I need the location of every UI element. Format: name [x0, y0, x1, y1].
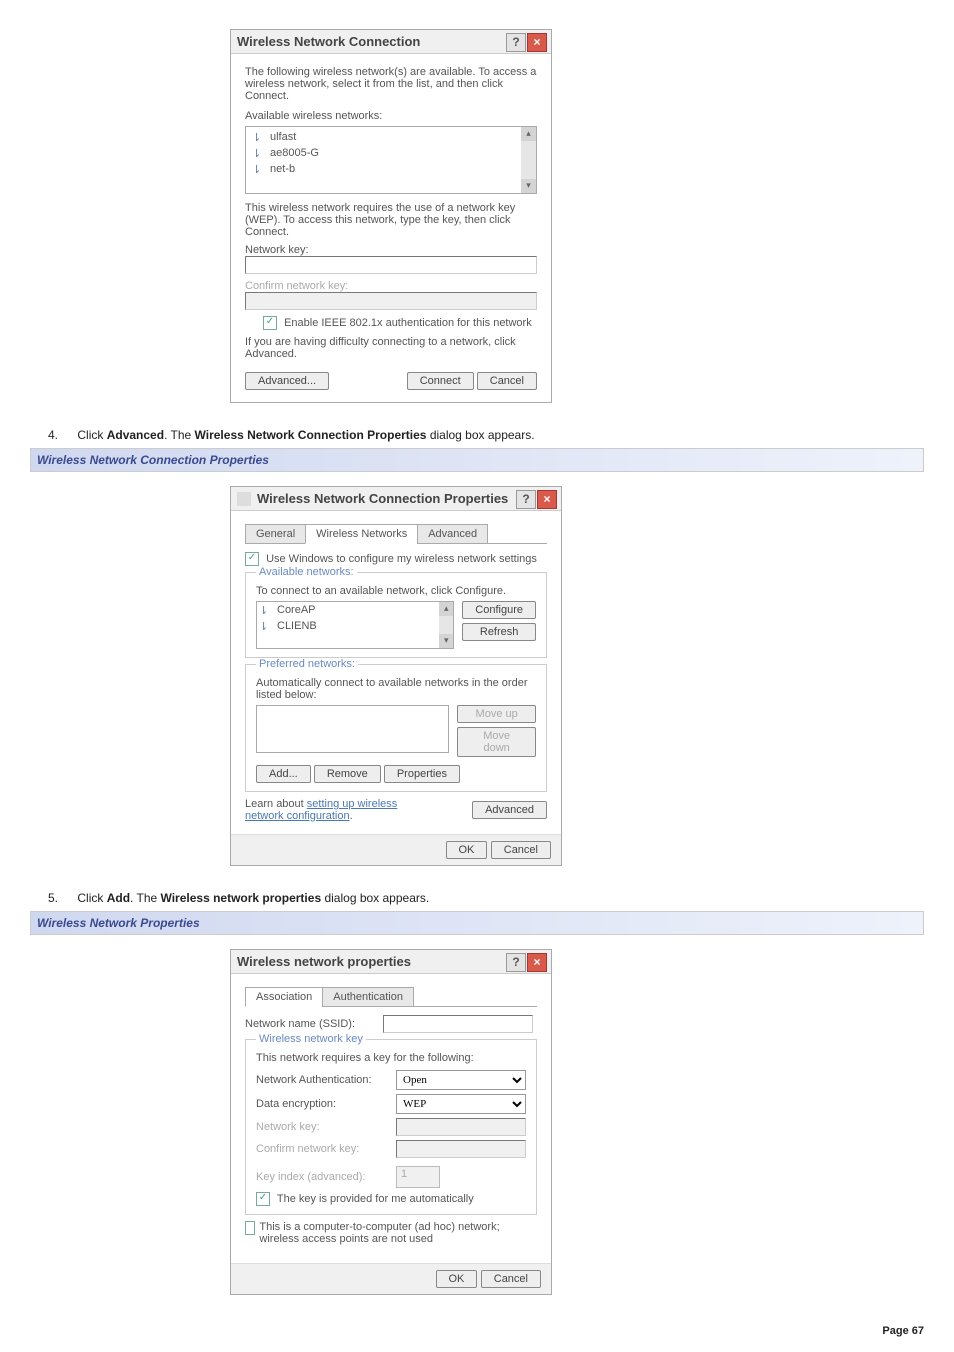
network-item[interactable]: ⇂net-b: [250, 161, 532, 177]
close-icon[interactable]: ×: [527, 953, 547, 972]
intro-text: The following wireless network(s) are av…: [245, 66, 537, 102]
network-item[interactable]: ⇂ae8005-G: [250, 145, 532, 161]
available-label: Available wireless networks:: [245, 110, 537, 122]
antenna-icon: ⇂: [259, 604, 271, 616]
scroll-down-icon[interactable]: ▾: [521, 179, 536, 193]
section-heading-1: Wireless Network Connection Properties: [30, 448, 924, 472]
network-key-label: Network key:: [245, 244, 537, 256]
scroll-down-icon[interactable]: ▾: [439, 634, 453, 648]
confkey-input: [396, 1140, 526, 1158]
adhoc-checkbox[interactable]: ✓: [245, 1221, 255, 1235]
network-item[interactable]: ⇂CoreAP: [257, 602, 453, 618]
advanced-note: If you are having difficulty connecting …: [245, 336, 537, 360]
available-legend: Available networks:: [256, 566, 357, 578]
confirm-key-input: [245, 292, 537, 310]
titlebar: Wireless network properties ? ×: [231, 950, 551, 974]
preferred-legend: Preferred networks:: [256, 658, 358, 670]
enc-label: Data encryption:: [256, 1098, 396, 1110]
scroll-up-icon[interactable]: ▴: [439, 602, 453, 616]
requires-note: This network requires a key for the foll…: [256, 1052, 526, 1064]
properties-button[interactable]: Properties: [384, 765, 460, 783]
cancel-button[interactable]: Cancel: [491, 841, 551, 859]
netkey-label: Network key:: [256, 1121, 396, 1133]
cancel-button[interactable]: Cancel: [477, 372, 537, 390]
confirm-key-label: Confirm network key:: [245, 280, 537, 292]
auth-label: Network Authentication:: [256, 1074, 396, 1086]
cancel-button[interactable]: Cancel: [481, 1270, 541, 1288]
antenna-icon: ⇂: [252, 147, 264, 159]
step-5: 5. Click Add. The Wireless network prope…: [48, 891, 924, 905]
step-4: 4. Click Advanced. The Wireless Network …: [48, 428, 924, 442]
section-heading-2: Wireless Network Properties: [30, 911, 924, 935]
ssid-label: Network name (SSID):: [245, 1018, 375, 1030]
advanced-button[interactable]: Advanced...: [245, 372, 329, 390]
network-properties-dialog: Wireless network properties ? × Associat…: [230, 949, 552, 1295]
ok-button[interactable]: OK: [436, 1270, 478, 1288]
adhoc-label: This is a computer-to-computer (ad hoc) …: [259, 1221, 537, 1245]
advanced-button[interactable]: Advanced: [472, 801, 547, 819]
wireless-connection-dialog: Wireless Network Connection ? × The foll…: [230, 29, 552, 403]
use-windows-checkbox[interactable]: ✓: [245, 552, 259, 566]
page-number: Page 67: [30, 1325, 924, 1337]
tab-wireless-networks[interactable]: Wireless Networks: [305, 524, 418, 544]
close-icon[interactable]: ×: [537, 490, 557, 509]
antenna-icon: ⇂: [259, 620, 271, 632]
tab-general[interactable]: General: [245, 524, 306, 544]
tab-strip: General Wireless Networks Advanced: [245, 523, 547, 544]
help-icon[interactable]: ?: [506, 953, 526, 972]
keyindex-label: Key index (advanced):: [256, 1171, 396, 1183]
help-icon[interactable]: ?: [506, 33, 526, 52]
close-icon[interactable]: ×: [527, 33, 547, 52]
auto-key-checkbox[interactable]: ✓: [256, 1192, 270, 1206]
tab-strip: Association Authentication: [245, 986, 537, 1007]
tab-advanced[interactable]: Advanced: [417, 524, 488, 544]
help-icon[interactable]: ?: [516, 490, 536, 509]
auth-select[interactable]: Open: [396, 1070, 526, 1090]
dialog-title: Wireless Network Connection Properties: [257, 491, 508, 506]
available-hint: To connect to an available network, clic…: [256, 585, 536, 597]
available-list[interactable]: ⇂CoreAP ⇂CLIENB ▴ ▾: [256, 601, 454, 649]
titlebar: Wireless Network Connection ? ×: [231, 30, 551, 54]
ieee-checkbox[interactable]: ✓: [263, 316, 277, 330]
antenna-icon: ⇂: [252, 163, 264, 175]
move-down-button: Move down: [457, 727, 536, 757]
available-networks-list[interactable]: ⇂ulfast ⇂ae8005-G ⇂net-b ▴ ▾: [245, 126, 537, 194]
key-legend: Wireless network key: [256, 1033, 366, 1045]
auto-key-label: The key is provided for me automatically: [277, 1193, 474, 1205]
ieee-label: Enable IEEE 802.1x authentication for th…: [284, 317, 532, 329]
tab-authentication[interactable]: Authentication: [322, 987, 414, 1007]
network-key-input[interactable]: [245, 256, 537, 274]
add-button[interactable]: Add...: [256, 765, 311, 783]
connect-button[interactable]: Connect: [407, 372, 474, 390]
ok-button[interactable]: OK: [446, 841, 488, 859]
remove-button[interactable]: Remove: [314, 765, 381, 783]
connection-properties-dialog: Wireless Network Connection Properties ?…: [230, 486, 562, 866]
configure-button[interactable]: Configure: [462, 601, 536, 619]
enc-select[interactable]: WEP: [396, 1094, 526, 1114]
keyindex-spinner: 1: [396, 1166, 440, 1188]
ssid-input[interactable]: [383, 1015, 533, 1033]
network-icon: [237, 492, 251, 506]
preferred-hint: Automatically connect to available netwo…: [256, 677, 536, 701]
titlebar: Wireless Network Connection Properties ?…: [231, 487, 561, 511]
netkey-input: [396, 1118, 526, 1136]
network-item[interactable]: ⇂ulfast: [250, 129, 532, 145]
tab-association[interactable]: Association: [245, 987, 323, 1007]
confkey-label: Confirm network key:: [256, 1143, 396, 1155]
scroll-up-icon[interactable]: ▴: [521, 127, 536, 141]
dialog-title: Wireless network properties: [237, 954, 411, 969]
move-up-button: Move up: [457, 705, 536, 723]
refresh-button[interactable]: Refresh: [462, 623, 536, 641]
wep-note: This wireless network requires the use o…: [245, 202, 537, 238]
antenna-icon: ⇂: [252, 131, 264, 143]
network-item[interactable]: ⇂CLIENB: [257, 618, 453, 634]
use-windows-label: Use Windows to configure my wireless net…: [266, 553, 537, 565]
dialog-title: Wireless Network Connection: [237, 34, 420, 49]
preferred-list[interactable]: [256, 705, 449, 753]
